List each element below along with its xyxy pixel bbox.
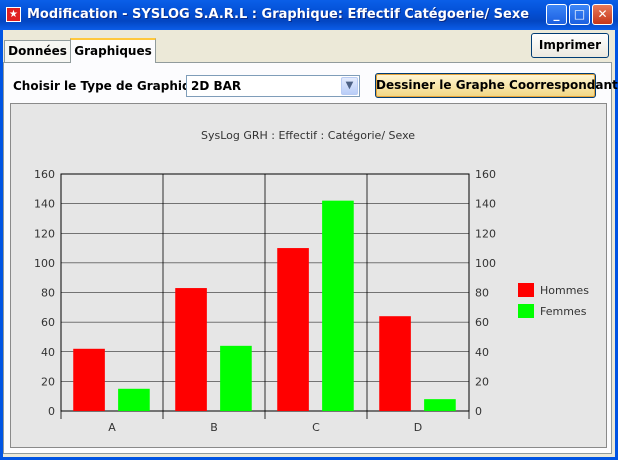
y-tick-label-left: 100: [34, 257, 55, 270]
star-logo-icon: ★: [6, 7, 21, 22]
bar-hommes-b: [175, 288, 207, 411]
chart-title: SysLog GRH : Effectif : Catégorie/ Sexe: [201, 129, 415, 142]
legend-label-hommes: Hommes: [540, 284, 589, 297]
y-tick-label-left: 120: [34, 227, 55, 240]
minimize-button[interactable]: _: [546, 4, 567, 25]
window-title: Modification - SYSLOG S.A.R.L : Graphiqu…: [27, 7, 530, 22]
bar-hommes-c: [277, 248, 309, 411]
bar-femmes-d: [424, 399, 456, 411]
y-tick-label-left: 60: [41, 316, 55, 329]
bar-femmes-c: [322, 200, 354, 411]
legend-swatch-hommes: [518, 283, 534, 297]
y-tick-label-left: 160: [34, 168, 55, 181]
y-tick-label-left: 20: [41, 375, 55, 388]
bar-femmes-b: [220, 345, 252, 411]
y-tick-label-right: 100: [475, 257, 496, 270]
y-tick-label-right: 80: [475, 287, 489, 300]
y-tick-label-right: 160: [475, 168, 496, 181]
y-tick-label-right: 140: [475, 198, 496, 211]
y-tick-label-left: 80: [41, 287, 55, 300]
chart-type-value: 2D BAR: [191, 79, 242, 93]
y-tick-label-left: 0: [48, 405, 55, 418]
chart-area: SysLog GRH : Effectif : Catégorie/ Sexe …: [10, 103, 607, 448]
y-tick-label-right: 120: [475, 227, 496, 240]
tab-donnees[interactable]: Données: [4, 40, 71, 62]
bar-chart: SysLog GRH : Effectif : Catégorie/ Sexe …: [34, 129, 589, 434]
legend-swatch-femmes: [518, 304, 534, 318]
draw-chart-button[interactable]: Dessiner le Graphe Coorrespondant: [375, 73, 618, 98]
y-tick-label-left: 40: [41, 346, 55, 359]
legend-label-femmes: Femmes: [540, 305, 587, 318]
bar-femmes-a: [118, 388, 150, 411]
x-tick-label: A: [108, 421, 116, 434]
y-tick-label-right: 0: [475, 405, 482, 418]
y-tick-label-right: 60: [475, 316, 489, 329]
y-tick-label-right: 20: [475, 375, 489, 388]
tab-graphiques[interactable]: Graphiques: [70, 38, 156, 63]
chevron-down-icon[interactable]: ▼: [341, 77, 358, 95]
y-tick-label-right: 40: [475, 346, 489, 359]
x-tick-label: B: [210, 421, 218, 434]
chart-type-select[interactable]: 2D BAR ▼: [186, 75, 360, 97]
print-button[interactable]: Imprimer: [531, 33, 609, 58]
x-tick-label: C: [312, 421, 320, 434]
y-tick-label-left: 140: [34, 198, 55, 211]
bar-hommes-a: [73, 348, 105, 411]
x-tick-label: D: [414, 421, 422, 434]
close-button[interactable]: ✕: [592, 4, 613, 25]
maximize-button[interactable]: □: [569, 4, 590, 25]
title-bar[interactable]: ★ Modification - SYSLOG S.A.R.L : Graphi…: [0, 0, 618, 30]
bar-hommes-d: [379, 316, 411, 411]
